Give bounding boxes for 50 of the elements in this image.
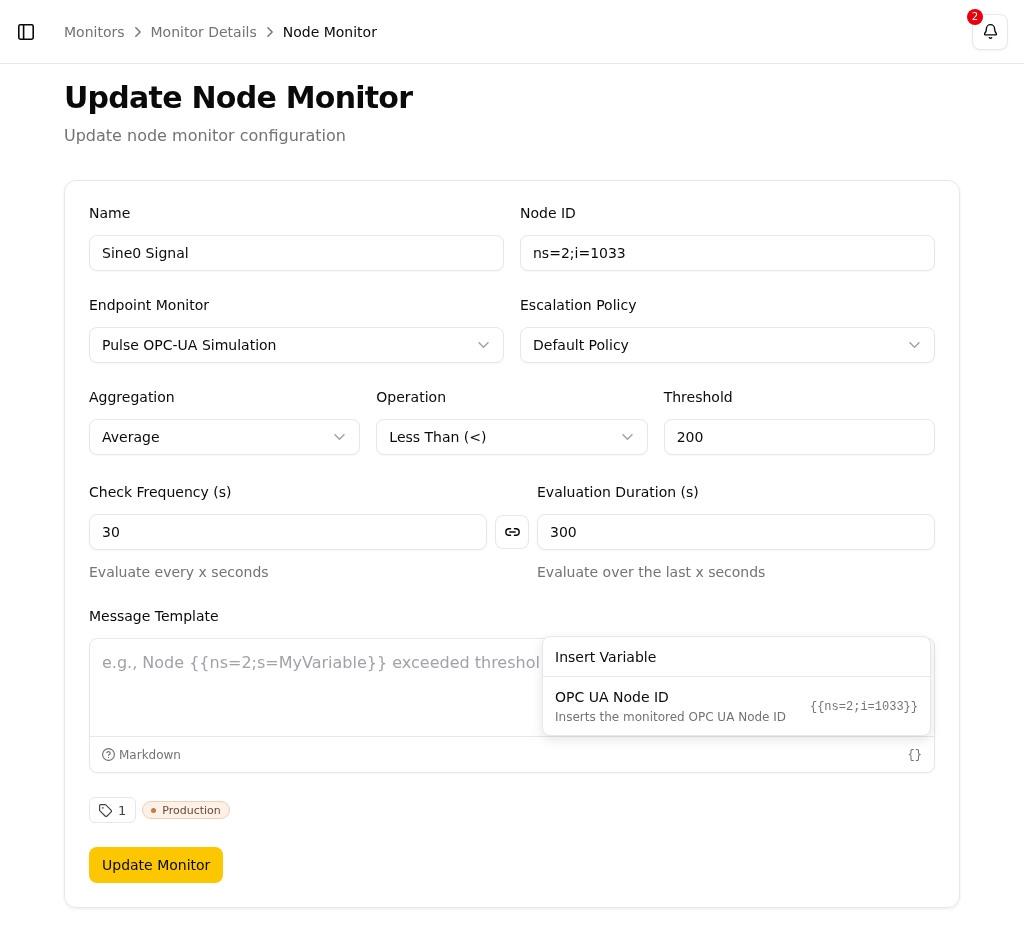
variable-token: {{ns=2;i=1033}} <box>809 699 918 714</box>
notifications-button[interactable] <box>972 13 1008 50</box>
field-label: Name <box>89 204 132 223</box>
chevron-down-icon <box>478 342 489 348</box>
select-field[interactable]: Average <box>89 419 361 455</box>
chevron-down-icon <box>334 434 346 440</box>
page-title: Update Node Monitor <box>64 80 414 116</box>
chevron-down-icon <box>621 434 633 440</box>
help-icon <box>102 748 115 761</box>
field-label: Threshold <box>663 388 734 407</box>
select-field[interactable]: Default Policy <box>520 327 935 363</box>
breadcrumb-current: Node Monitor <box>282 22 377 42</box>
link-button[interactable] <box>495 515 529 549</box>
update-monitor-button[interactable]: Update Monitor <box>89 847 224 883</box>
field-label: Aggregation <box>89 388 176 407</box>
page-subtitle: Update node monitor configuration <box>64 125 347 147</box>
field-label: Evaluation Duration (s) <box>537 483 700 502</box>
field-label: Message Template <box>89 607 220 626</box>
field-label: Endpoint Monitor <box>89 296 210 315</box>
variable-name[interactable]: OPC UA Node ID <box>555 687 787 707</box>
tags-button[interactable]: 1 <box>89 797 137 823</box>
variable-description: Inserts the monitored OPC UA Node ID <box>555 709 787 726</box>
tag-label: Production <box>162 803 221 817</box>
insert-variable-button[interactable]: {} <box>907 747 922 762</box>
menu-title: Insert Variable <box>543 637 930 677</box>
field-label: Node ID <box>520 204 577 223</box>
chevron-right-icon <box>134 26 141 37</box>
breadcrumb-link[interactable]: Monitor Details <box>150 21 257 42</box>
tag-icon <box>99 803 112 817</box>
help-text: Evaluate over the last x seconds <box>537 563 767 582</box>
sidebar-icon <box>18 23 34 40</box>
field-label: Check Frequency (s) <box>89 483 233 502</box>
text-field[interactable]: Sine0 Signal <box>89 235 504 271</box>
select-field[interactable]: Less Than (<) <box>376 419 648 455</box>
number-field[interactable]: 300 <box>537 514 935 550</box>
chevron-down-icon <box>909 342 920 348</box>
chevron-right-icon <box>266 26 273 37</box>
field-label: Escalation Policy <box>520 296 638 315</box>
field-label: Operation <box>376 388 447 407</box>
help-text: Evaluate every x seconds <box>89 563 270 582</box>
notification-count-badge: 2 <box>967 8 983 25</box>
bell-icon <box>983 24 997 39</box>
markdown-help-link[interactable]: Markdown <box>102 747 181 762</box>
breadcrumb-link[interactable]: Monitors <box>64 21 125 42</box>
text-field[interactable]: 200 <box>663 419 935 455</box>
link-icon <box>504 528 520 536</box>
text-field[interactable]: ns=2;i=1033 <box>520 235 935 271</box>
select-field[interactable]: Pulse OPC-UA Simulation <box>89 327 504 363</box>
number-field[interactable]: 30 <box>89 514 487 550</box>
message-editor[interactable]: e.g., Node {{ns=2;s=MyVariable}} exceeded threshol Markdown {} Insert Variable OPC UA Node ID Inserts the monitored OPC UA Node ID {{ns=2;i=1033}} <box>89 638 935 773</box>
